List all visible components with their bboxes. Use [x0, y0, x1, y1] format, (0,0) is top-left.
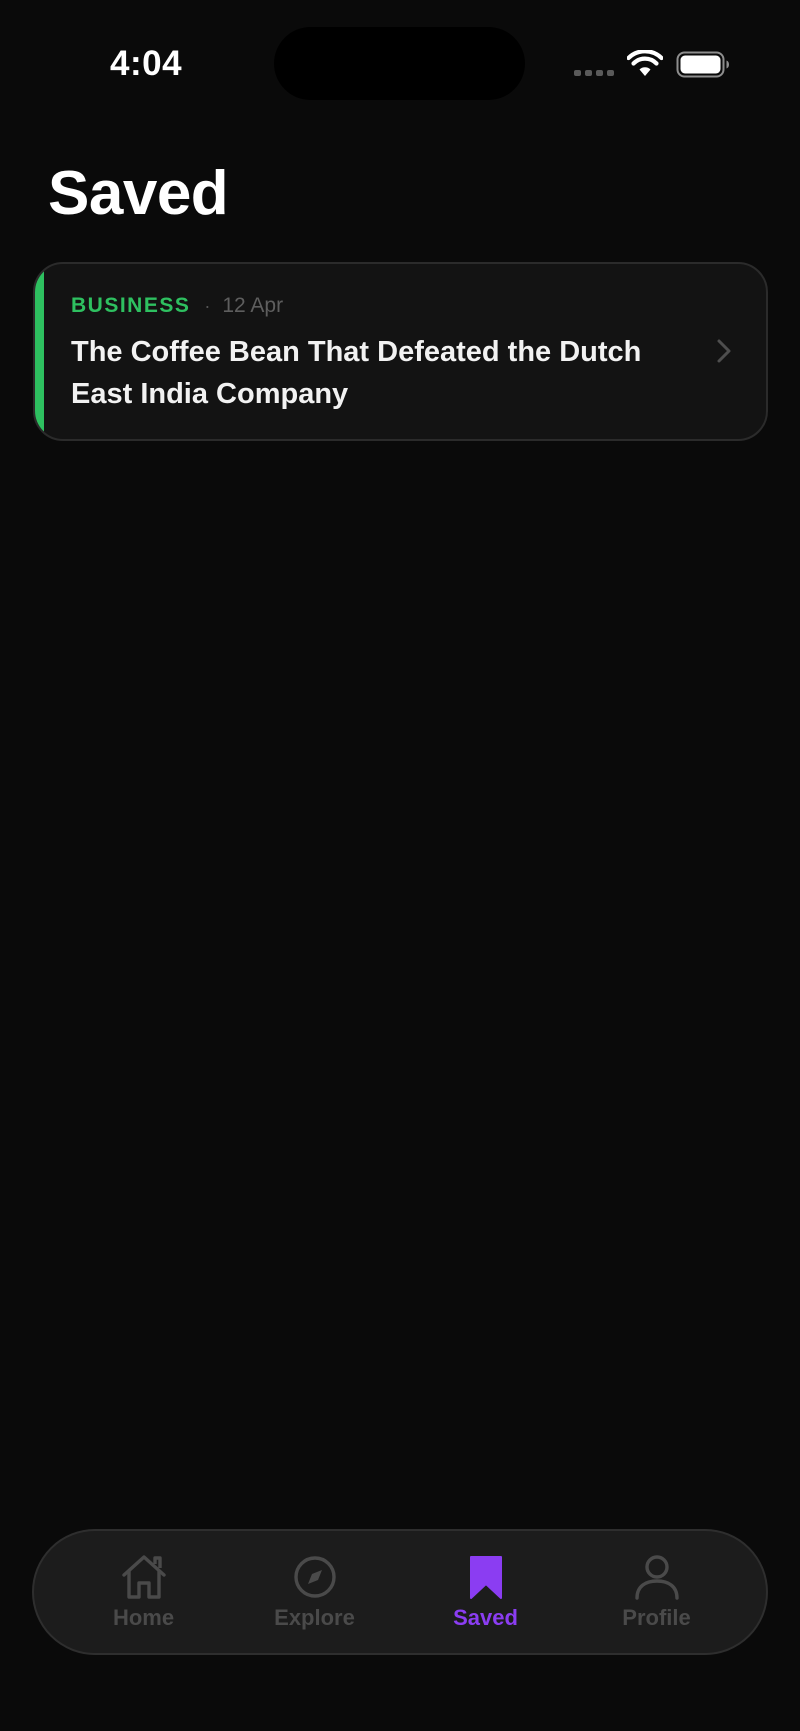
- home-icon: [121, 1555, 166, 1599]
- tab-saved[interactable]: Saved: [411, 1537, 561, 1647]
- article-category: BUSINESS: [71, 294, 191, 317]
- dynamic-island: [274, 27, 525, 100]
- tab-explore[interactable]: Explore: [240, 1537, 390, 1647]
- tab-bar: Home Explore Saved Profile: [32, 1529, 768, 1655]
- tab-label-profile: Profile: [622, 1605, 691, 1630]
- chevron-right-icon: [717, 339, 731, 363]
- saved-article-card[interactable]: BUSINESS · 12 Apr The Coffee Bean That D…: [33, 262, 768, 441]
- article-meta: BUSINESS · 12 Apr: [71, 294, 283, 318]
- category-accent-bar: [35, 264, 44, 439]
- meta-separator: ·: [204, 295, 211, 316]
- cellular-signal-icon: [574, 70, 614, 76]
- article-title: The Coffee Bean That Defeated the Dutch …: [71, 336, 642, 410]
- tab-label-home: Home: [112, 1605, 175, 1630]
- compass-icon: [293, 1556, 336, 1598]
- battery-icon: [676, 51, 729, 78]
- saved-articles-list: BUSINESS · 12 Apr The Coffee Bean That D…: [33, 262, 768, 441]
- tab-profile[interactable]: Profile: [582, 1537, 732, 1647]
- wifi-icon: [627, 50, 663, 76]
- page-title: Saved: [48, 159, 229, 228]
- person-icon: [634, 1555, 679, 1600]
- tab-label-explore: Explore: [274, 1605, 355, 1630]
- tab-label-saved: Saved: [453, 1605, 518, 1630]
- article-date: 12 Apr: [222, 294, 284, 317]
- status-time: 4:04: [110, 44, 183, 83]
- bookmark-icon: [469, 1556, 502, 1599]
- tab-home[interactable]: Home: [69, 1537, 219, 1647]
- status-bar: 4:04: [0, 0, 800, 120]
